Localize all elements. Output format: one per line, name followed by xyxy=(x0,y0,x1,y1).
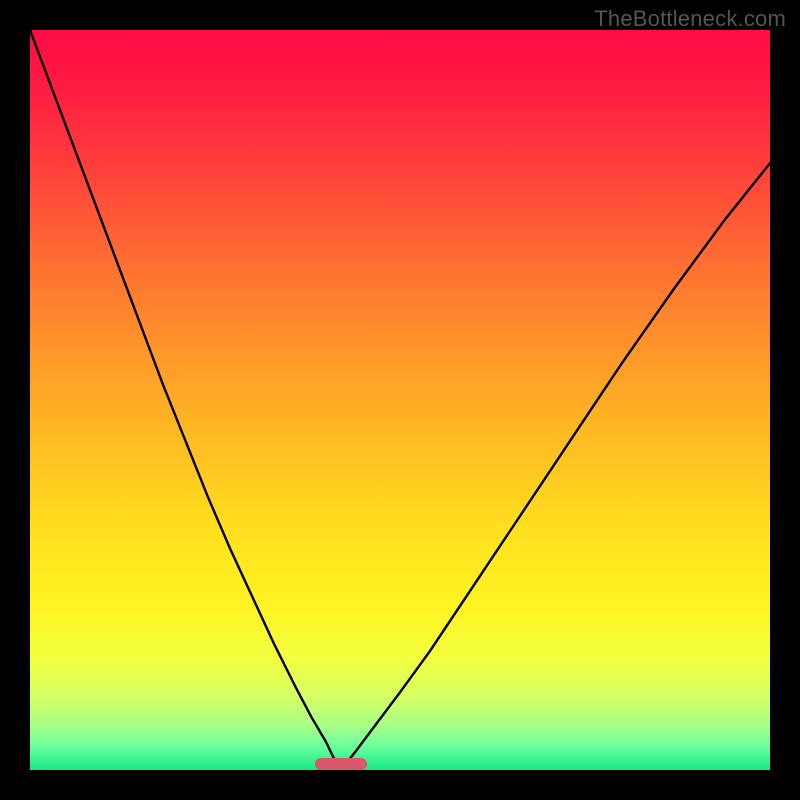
watermark-text: TheBottleneck.com xyxy=(594,6,786,32)
optimal-marker xyxy=(315,758,367,770)
plot-area xyxy=(30,30,770,770)
bottleneck-curve xyxy=(30,30,770,770)
chart-frame: TheBottleneck.com xyxy=(0,0,800,800)
